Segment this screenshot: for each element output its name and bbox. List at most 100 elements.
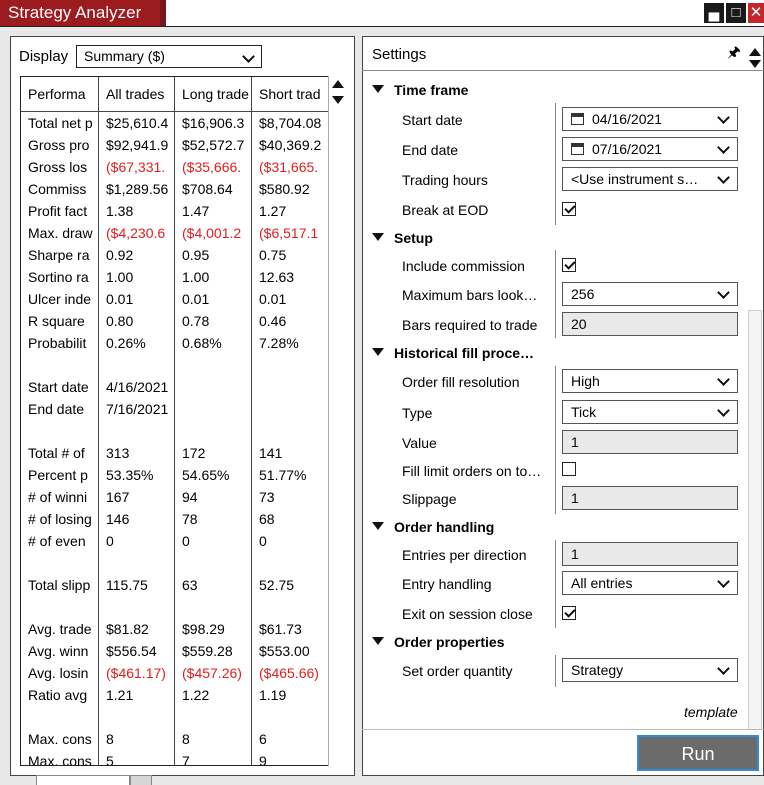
row-label: Total # of <box>28 445 85 461</box>
bars-required-input[interactable]: 20 <box>562 312 738 336</box>
row-value: 51.77% <box>259 467 307 483</box>
row-value: $559.28 <box>182 643 233 659</box>
row-value: 0.26% <box>106 335 146 351</box>
row-value: 8 <box>182 731 190 747</box>
row-value: 115.75 <box>106 577 148 593</box>
fill-limit-checkbox[interactable] <box>562 462 576 476</box>
type-select[interactable]: Tick <box>562 400 738 424</box>
row-label: # of losing <box>28 511 92 527</box>
entry-handling-select[interactable]: All entries <box>562 571 738 595</box>
row-value <box>175 376 251 398</box>
minimize-icon[interactable]: ▄ <box>704 3 724 23</box>
row-value: 1.38 <box>106 203 134 219</box>
column-header-long-trades[interactable]: Long trade <box>175 77 251 112</box>
type-label: Type <box>402 405 433 421</box>
row-label: Max. cons <box>28 753 92 766</box>
property-divider <box>555 250 556 338</box>
property-divider <box>555 540 556 628</box>
row-value: $52,572.7 <box>182 137 245 153</box>
row-value: 1.19 <box>259 687 287 703</box>
row-value: 6 <box>259 731 267 747</box>
chevron-down-icon <box>717 171 730 184</box>
slippage-input[interactable]: 1 <box>562 486 738 510</box>
column-header-all-trades[interactable]: All trades <box>99 77 174 112</box>
run-button[interactable]: Run <box>637 735 759 771</box>
footer-divider <box>362 729 764 730</box>
scroll-down-icon[interactable] <box>749 60 761 68</box>
section-order-properties[interactable]: Order properties <box>372 631 504 653</box>
row-value: 0.68% <box>182 335 222 351</box>
row-value: 0.01 <box>106 291 134 307</box>
row-label: Ratio avg <box>28 687 88 703</box>
break-eod-checkbox[interactable] <box>562 202 576 216</box>
calendar-icon <box>571 143 584 155</box>
row-value <box>175 398 251 420</box>
start-date-picker[interactable]: 04/16/2021 <box>562 107 738 131</box>
row-value <box>252 354 328 376</box>
chevron-down-icon <box>717 662 730 675</box>
chevron-down-icon <box>717 286 730 299</box>
column-header-short-trades[interactable]: Short trad <box>252 77 328 112</box>
entries-per-direction-label: Entries per direction <box>402 547 527 563</box>
row-label: Start date <box>28 379 89 395</box>
column-header-performance[interactable]: Performa <box>21 77 98 112</box>
row-value: 0 <box>182 533 190 549</box>
entry-handling-label: Entry handling <box>402 576 492 592</box>
tab-add[interactable] <box>130 775 152 785</box>
max-bars-select[interactable]: 256 <box>562 282 738 306</box>
chevron-down-icon <box>717 404 730 417</box>
row-value: ($31,665. <box>259 159 319 175</box>
section-setup[interactable]: Setup <box>372 227 433 249</box>
row-value: $708.64 <box>182 181 233 197</box>
collapse-triangle-icon <box>372 522 384 530</box>
section-time-frame[interactable]: Time frame <box>372 79 468 101</box>
trading-hours-label: Trading hours <box>402 172 488 188</box>
row-value <box>175 420 251 442</box>
scroll-down-icon[interactable] <box>332 96 344 104</box>
bottom-tab-strip[interactable] <box>36 775 156 785</box>
value-input[interactable]: 1 <box>562 430 738 454</box>
row-value: ($6,517.1 <box>259 225 319 241</box>
scroll-up-icon[interactable] <box>749 48 761 56</box>
row-value <box>252 398 328 420</box>
max-bars-label: Maximum bars look… <box>402 287 538 303</box>
section-historical-fill[interactable]: Historical fill proce… <box>372 342 534 364</box>
row-value <box>175 706 251 728</box>
row-value: 8 <box>106 731 114 747</box>
settings-scrollbar[interactable] <box>746 40 764 730</box>
row-value: 0 <box>259 533 267 549</box>
row-label: Ulcer inde <box>28 291 92 307</box>
pin-icon[interactable]: 🖈 <box>727 42 741 67</box>
scroll-thumb[interactable] <box>748 310 762 730</box>
end-date-label: End date <box>402 142 459 158</box>
row-value: 146 <box>106 511 130 527</box>
row-label: End date <box>28 401 85 417</box>
trading-hours-select[interactable]: <Use instrument s… <box>562 167 738 191</box>
grid-scrollbar[interactable] <box>328 76 346 766</box>
chevron-down-icon <box>717 373 730 386</box>
tab-active[interactable] <box>36 775 130 785</box>
exit-session-checkbox[interactable] <box>562 606 576 620</box>
row-label: Max. draw <box>28 225 93 241</box>
close-icon[interactable]: ✕ <box>748 3 764 23</box>
display-select[interactable]: Summary ($) <box>76 45 262 68</box>
row-value: ($35,666. <box>182 159 242 175</box>
scroll-up-icon[interactable] <box>332 80 344 88</box>
row-value: 0 <box>106 533 114 549</box>
section-order-handling[interactable]: Order handling <box>372 516 494 538</box>
entries-per-direction-input[interactable]: 1 <box>562 542 738 566</box>
row-value: 7 <box>182 753 190 766</box>
row-value: $81.82 <box>106 621 149 637</box>
row-value: 4/16/2021 <box>106 379 169 395</box>
include-commission-checkbox[interactable] <box>562 258 576 272</box>
title-tab-edge <box>160 0 166 26</box>
order-quantity-select[interactable]: Strategy <box>562 658 738 682</box>
row-value: $25,610.4 <box>106 115 169 131</box>
row-value <box>99 420 174 442</box>
maximize-icon[interactable]: □ <box>726 3 746 23</box>
fill-resolution-select[interactable]: High <box>562 369 738 393</box>
template-link[interactable]: template <box>684 704 738 720</box>
row-value: 0.46 <box>259 313 287 329</box>
end-date-picker[interactable]: 07/16/2021 <box>562 137 738 161</box>
row-value: 0.78 <box>182 313 210 329</box>
